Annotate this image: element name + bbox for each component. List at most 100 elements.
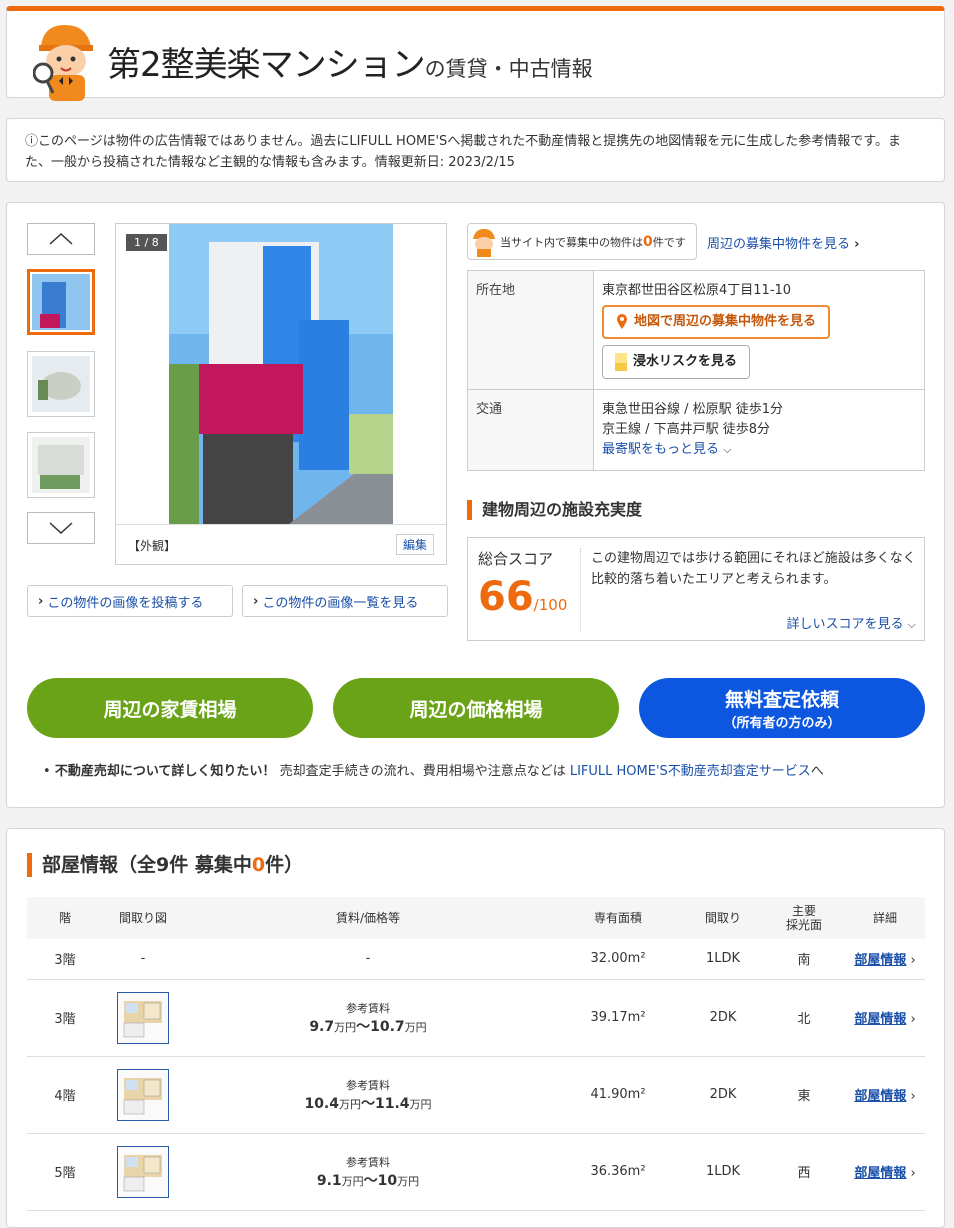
price-range: 9.1万円～10万円 [316, 1172, 420, 1189]
facility-heading: 建物周辺の施設充実度 [467, 500, 642, 520]
thumbnail-image [32, 437, 90, 493]
room-price: 参考賃料 10.4万円～11.4万円 [183, 1056, 553, 1134]
chevron-down-icon [49, 522, 73, 535]
nearby-listings[interactable]: 周辺の募集中物件を見る › [707, 233, 860, 252]
sell-info-text: 売却査定手続きの流れ、費用相場や注意点などは [275, 764, 570, 779]
map-search-button[interactable]: 地図で周辺の募集中物件を見る [602, 305, 831, 339]
floor-plan-image[interactable] [117, 991, 169, 1044]
map-search-label: 地図で周辺の募集中物件を見る [634, 314, 817, 329]
room-row[interactable]: 5階 参考賃料 9.1万円～10万円 36.36m² 1LDK 西部屋情報 › [27, 1133, 925, 1211]
room-detail[interactable]: 部屋情報 › [845, 979, 925, 1057]
image-counter: 1 / 8 [126, 234, 167, 251]
main-photo [169, 224, 393, 524]
chevron-right-icon: › [910, 1166, 916, 1181]
more-stations-link[interactable]: 最寄駅をもっと見る [602, 442, 719, 457]
floor-plan-image[interactable] [117, 1068, 169, 1121]
post-image-link[interactable]: この物件の画像を投稿する [47, 592, 203, 611]
sell-info: • 不動産売却について詳しく知りたい！ 売却査定手続きの流れ、費用相場や注意点な… [43, 760, 824, 779]
transit-line-2: 京王線 / 下高井戸駅 徒歩8分 [602, 422, 771, 437]
transit-label: 交通 [467, 389, 594, 471]
sell-service-link[interactable]: LIFULL HOME'S不動産売却査定サービス [570, 764, 811, 779]
free-assessment-label: 無料査定依頼 [724, 689, 839, 711]
image-list-link[interactable]: この物件の画像一覧を見る [262, 592, 418, 611]
bullet-icon: • [43, 764, 55, 779]
badge-suffix: 件です [652, 235, 686, 249]
flood-risk-button[interactable]: 浸水リスクを見る [602, 345, 751, 379]
room-floor: 3階 [27, 939, 103, 980]
room-floor: 5階 [27, 1133, 103, 1211]
transit-line-1: 東急世田谷線 / 松原駅 徒歩1分 [602, 402, 784, 417]
score-detail-link[interactable]: 詳しいスコアを見る [787, 617, 904, 632]
listing-count-badge: 当サイト内で募集中の物件は 0 件です [467, 223, 697, 260]
rooms-table: 階間取り図 賃料/価格等 専有面積 間取り 主要 採光面 詳細 3階 - -32.00m² 1L… [27, 897, 925, 1211]
room-layout: 2DK [683, 979, 763, 1057]
mascot-small-icon [473, 229, 495, 257]
room-floor: 4階 [27, 1056, 103, 1134]
room-plan: - [103, 939, 183, 980]
room-direction: 東 [763, 1056, 845, 1134]
room-row[interactable]: 3階 参考賃料 9.7万円～10.7万円 39.17m² 2DK 北部屋情報 › [27, 979, 925, 1057]
price-range: 10.4万円～11.4万円 [304, 1095, 432, 1112]
score-number: 66 [478, 574, 534, 620]
room-floor: 3階 [27, 979, 103, 1057]
more-stations-toggle[interactable]: 最寄駅をもっと見る ⌵ [602, 440, 916, 460]
column-header: 階 [27, 897, 103, 939]
rent-market-label: 周辺の家賃相場 [103, 698, 237, 721]
chevron-down-icon: ⌵ [907, 618, 916, 631]
flood-risk-label: 浸水リスクを見る [633, 354, 738, 369]
room-detail-link[interactable]: 部屋情報 [854, 1166, 906, 1181]
room-detail-link[interactable]: 部屋情報 [854, 953, 906, 968]
score-box: 総合スコア 66/100 この建物周辺では歩ける範囲にそれほど施設は多くなく比較… [467, 537, 925, 641]
building-name: 第2整美楽マンション [107, 45, 426, 85]
room-price: - [183, 939, 553, 980]
room-detail-link[interactable]: 部屋情報 [854, 1089, 906, 1104]
column-header: 主要 採光面 [763, 897, 845, 939]
address-value: 東京都世田谷区松原4丁目11-10 [602, 283, 792, 298]
thumb-up-button[interactable] [27, 223, 95, 255]
thumbnail-2[interactable] [27, 351, 95, 417]
thumbnail-3[interactable] [27, 432, 95, 498]
room-plan [103, 1133, 183, 1211]
edit-link[interactable]: 編集 [395, 534, 434, 555]
rent-market-button[interactable]: 周辺の家賃相場 [27, 678, 313, 738]
room-layout: 2DK [683, 1056, 763, 1134]
thumbnail-image [32, 356, 90, 412]
room-detail-link[interactable]: 部屋情報 [854, 1012, 906, 1027]
map-pin-icon [617, 314, 627, 329]
image-viewer[interactable]: 1 / 8 【外観】 編集 [115, 223, 447, 565]
score-label: 総合スコア [478, 550, 554, 568]
price-market-button[interactable]: 周辺の価格相場 [333, 678, 619, 738]
column-header: 間取り [683, 897, 763, 939]
room-detail[interactable]: 部屋情報 › [845, 1133, 925, 1211]
free-assessment-button[interactable]: 無料査定依頼 （所有者の方のみ） [639, 678, 925, 738]
room-row[interactable]: 4階 参考賃料 10.4万円～11.4万円 41.90m² 2DK 東部屋情報 › [27, 1056, 925, 1134]
room-row[interactable]: 3階 - -32.00m² 1LDK 南部屋情報 › [27, 939, 925, 980]
score-value: 66/100 [478, 574, 567, 620]
rooms-heading-count: 0 [251, 854, 266, 876]
column-header: 賃料/価格等 [183, 897, 553, 939]
thumb-down-button[interactable] [27, 512, 95, 544]
room-layout: 1LDK [683, 939, 763, 980]
thumbnail-1[interactable] [27, 269, 95, 335]
room-detail[interactable]: 部屋情報 › [845, 1056, 925, 1134]
price-label: 参考賃料 [346, 1155, 390, 1169]
column-header: 詳細 [845, 897, 925, 939]
chevron-right-icon: › [38, 593, 44, 609]
column-header: 専有面積 [553, 897, 683, 939]
price-label: 参考賃料 [346, 1001, 390, 1015]
image-list-button[interactable]: › この物件の画像一覧を見る [242, 585, 448, 617]
thumbnail-image [32, 274, 90, 330]
chevron-right-icon: › [910, 953, 916, 969]
room-direction: 西 [763, 1133, 845, 1211]
price-label: 参考賃料 [346, 1078, 390, 1092]
info-table: 所在地 東京都世田谷区松原4丁目11-10 地図で周辺の募集中物件を見る 浸水リ… [467, 270, 925, 471]
nearby-listings-link[interactable]: 周辺の募集中物件を見る [707, 237, 850, 252]
chevron-right-icon: › [910, 1012, 916, 1027]
score-detail-toggle[interactable]: 詳しいスコアを見る ⌵ [787, 613, 917, 632]
mascot-icon [33, 25, 93, 101]
flood-icon [615, 353, 627, 371]
floor-plan-image[interactable] [117, 1145, 169, 1198]
post-image-button[interactable]: › この物件の画像を投稿する [27, 585, 233, 617]
room-detail[interactable]: 部屋情報 › [845, 939, 925, 980]
property-panel: 1 / 8 【外観】 編集 › この物件の画像を投稿する › この物件の画像一覧を見… [6, 202, 945, 808]
